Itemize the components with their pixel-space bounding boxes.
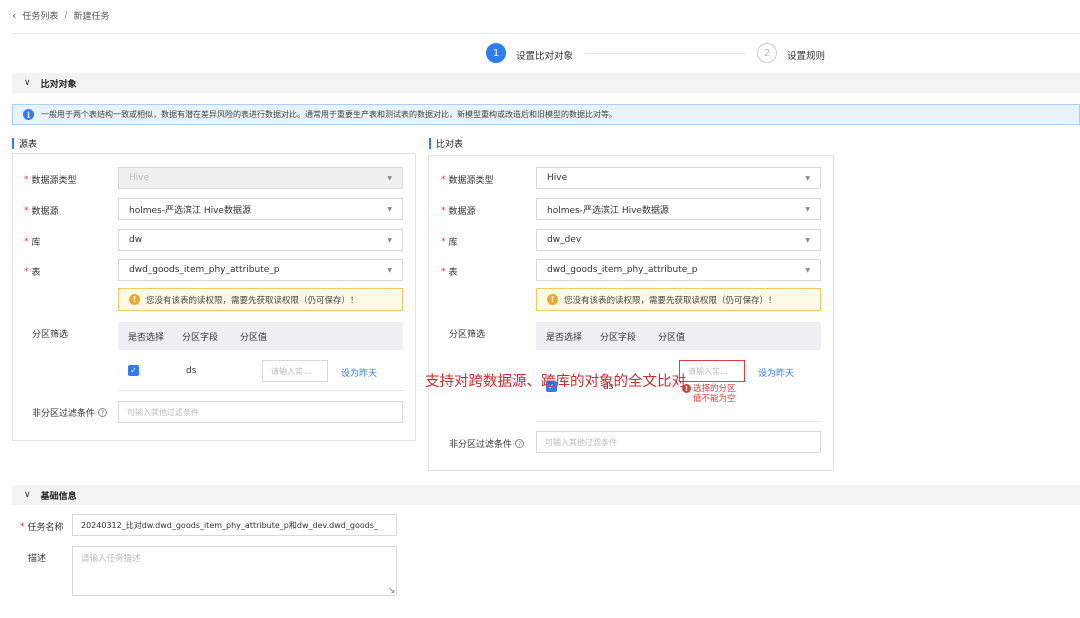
step-1-label: 设置比对对象 [516,51,574,62]
source-title-text: 源表 [19,140,38,150]
target-database-label: * 库 [441,236,458,249]
target-table-select[interactable]: dwd_goods_item_phy_attribute_p ▼ [536,259,821,281]
description-label: 描述 [28,554,47,564]
chevron-down-icon: ∨ [24,490,31,500]
info-icon: i [23,109,34,120]
source-filter-input[interactable]: 可输入其他过滤条件 [118,401,403,423]
warning-icon: ! [129,294,140,305]
target-datasource-type-select[interactable]: Hive ▼ [536,167,821,189]
caret-down-icon: ▼ [805,266,810,274]
chevron-left-icon[interactable]: ‹ [12,9,16,22]
info-text: 一般用于两个表结构一致或相似，数据有潜在差异风险的表进行数据对比。通常用于重要生… [41,110,617,119]
caret-down-icon: ▼ [387,236,392,244]
source-table-label: * 表 [24,266,41,279]
target-database-select[interactable]: dw_dev ▼ [536,229,821,251]
step-connector [585,53,745,54]
caret-down-icon: ▼ [805,236,810,244]
caret-down-icon: ▼ [805,205,810,213]
target-partition-error: 选择的分区 值不能为空 [693,384,736,404]
caret-down-icon: ▼ [387,174,392,182]
title-bar-accent [12,138,14,149]
source-non-partition-label: 非分区过滤条件? [32,406,108,419]
task-name-label: * 任务名称 [20,521,64,534]
source-database-select[interactable]: dw ▼ [118,229,403,251]
target-permission-warning: ! 您没有该表的读权限，需要先获取读权限（仍可保存）！ [536,288,821,311]
breadcrumb-separator: / [64,10,68,21]
chevron-down-icon: ∨ [24,78,31,88]
source-panel-title: 源表 [12,137,37,150]
divider [536,421,821,422]
section-compare-objects[interactable]: ∨ 比对对象 [12,73,1080,93]
source-permission-warning: ! 您没有该表的读权限，需要先获取读权限（仍可保存）！ [118,288,403,311]
info-banner: i 一般用于两个表结构一致或相似，数据有潜在差异风险的表进行数据对比。通常用于重… [12,104,1080,125]
target-filter-input[interactable]: 可输入其他过滤条件 [536,431,821,453]
header-divider [12,33,1080,34]
target-table-label: * 表 [441,266,458,279]
source-partition-checkbox[interactable]: ✓ [128,365,139,376]
help-icon: ? [98,408,108,417]
section-title: 基础信息 [40,491,77,502]
step-2-label: 设置规则 [787,51,826,62]
caret-down-icon: ▼ [387,266,392,274]
caret-down-icon: ▼ [387,205,392,213]
target-datasource-label: * 数据源 [441,205,476,218]
source-datasource-type-label: * 数据源类型 [24,174,77,187]
target-set-yesterday-link[interactable]: 设为昨天 [758,366,794,379]
section-title: 比对对象 [40,79,77,90]
target-panel-title: 比对表 [429,137,463,150]
target-datasource-select[interactable]: holmes-严选滨江 Hive数据源 ▼ [536,198,821,220]
target-partition-filter-label: 分区筛选 [449,330,486,340]
breadcrumb-current: 新建任务 [73,12,110,22]
source-partition-value-input[interactable]: 请输入实... [262,360,328,382]
resize-handle-icon[interactable]: ↘ [388,586,396,596]
target-partition-value-input[interactable]: 请输入实... [679,360,745,382]
source-partition-field: ds [186,366,197,376]
source-datasource-type-select: Hive ▼ [118,167,403,189]
step-2-indicator: 2 [757,43,777,63]
title-bar-accent [429,138,431,149]
section-basic-info[interactable]: ∨ 基础信息 [12,485,1080,505]
target-non-partition-label: 非分区过滤条件? [449,437,525,450]
source-datasource-label: * 数据源 [24,205,59,218]
divider [118,390,403,391]
breadcrumb-parent[interactable]: 任务列表 [22,9,58,22]
caret-down-icon: ▼ [805,174,810,182]
help-icon: ? [515,439,525,448]
source-partition-table-header: 是否选择 分区字段 分区值 [118,322,403,350]
source-database-label: * 库 [24,236,41,249]
source-table-select[interactable]: dwd_goods_item_phy_attribute_p ▼ [118,259,403,281]
task-name-input[interactable]: 20240312_比对dw.dwd_goods_item_phy_attribu… [72,514,397,536]
step-1-indicator: 1 [486,43,506,63]
breadcrumb: ‹ 任务列表 / 新建任务 [12,9,109,22]
target-title-text: 比对表 [436,140,464,150]
source-partition-filter-label: 分区筛选 [32,330,69,340]
warning-icon: ! [547,294,558,305]
source-datasource-select[interactable]: holmes-严选滨江 Hive数据源 ▼ [118,198,403,220]
source-set-yesterday-link[interactable]: 设为昨天 [341,366,377,379]
description-textarea[interactable]: 请输入任务描述 [72,546,397,596]
annotation-text: 支持对跨数据源、跨库的对象的全文比对 [425,374,686,390]
target-datasource-type-label: * 数据源类型 [441,174,494,187]
target-partition-table-header: 是否选择 分区字段 分区值 [536,322,821,350]
